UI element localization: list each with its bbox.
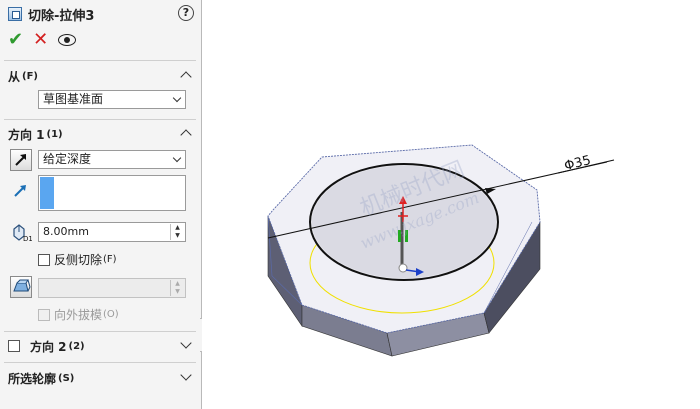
chevron-down-icon[interactable]	[180, 337, 192, 349]
draft-outward-checkbox[interactable]: 向外拔模 (O)	[38, 306, 119, 323]
direction1-section-header[interactable]: 方向 1 (1)	[8, 125, 196, 143]
checkbox-box[interactable]	[38, 308, 50, 321]
reverse-direction-button[interactable]	[10, 149, 32, 171]
from-section-shortcut: (F)	[22, 70, 38, 82]
feature-title: 切除-拉伸3	[28, 8, 95, 24]
selection-highlight	[40, 177, 54, 209]
origin-marker-icon	[398, 263, 408, 273]
feature-titlebar: 切除-拉伸3 ?	[8, 4, 196, 24]
chevron-down-icon	[172, 153, 182, 163]
ok-check-icon[interactable]: ✔	[8, 31, 23, 49]
draft-angle-input[interactable]: ▲ ▼	[38, 278, 186, 298]
depth-dimension-icon: D1	[13, 224, 32, 243]
selected-contours-shortcut: (S)	[58, 372, 75, 384]
property-manager-panel: 切除-拉伸3 ? ✔ ✕ 从 (F) 草图基准面 方向 1 (1) 给定深度 D…	[0, 0, 202, 409]
depth-value: 8.00mm	[43, 225, 89, 238]
direction2-section-header[interactable]: 方向 2 (2)	[8, 337, 196, 355]
direction2-label: 方向 2	[30, 339, 67, 354]
draft-outward-shortcut: (O)	[103, 309, 119, 320]
chevron-up-icon[interactable]	[180, 71, 192, 83]
direction2-checkbox[interactable]	[8, 340, 20, 352]
checkbox-box[interactable]	[38, 253, 50, 266]
svg-text:D1: D1	[23, 235, 32, 243]
cancel-x-icon[interactable]: ✕	[33, 31, 48, 49]
draft-outward-label: 向外拔模	[54, 308, 103, 322]
selected-contours-label: 所选轮廓	[8, 371, 57, 386]
extruded-cut-icon	[8, 7, 22, 21]
chevron-down-icon[interactable]	[180, 369, 192, 381]
draft-icon	[13, 279, 31, 292]
direction-vector-selection-box[interactable]	[38, 175, 186, 211]
graphics-viewport[interactable]: Φ35 机械时代网 www.jxage.com	[202, 0, 700, 409]
flip-side-label: 反侧切除	[54, 253, 103, 267]
from-start-condition-select[interactable]: 草图基准面	[38, 90, 186, 109]
diameter-dimension-label[interactable]: Φ35	[563, 153, 593, 174]
depth-spinner[interactable]: ▲ ▼	[170, 224, 184, 240]
direction-vector-icon	[14, 185, 26, 197]
end-condition-select[interactable]: 给定深度	[38, 150, 186, 169]
direction2-shortcut: (2)	[68, 340, 85, 352]
draft-on-off-button[interactable]	[10, 276, 32, 298]
from-section-label: 从	[8, 69, 21, 84]
end-condition-value: 给定深度	[43, 152, 92, 166]
help-icon[interactable]: ?	[178, 5, 194, 21]
chevron-down-icon	[172, 93, 182, 103]
preview-eye-icon[interactable]	[58, 34, 77, 46]
draft-angle-spinner[interactable]: ▲ ▼	[170, 280, 184, 296]
selected-contours-section-header[interactable]: 所选轮廓 (S)	[8, 369, 196, 387]
direction1-shortcut: (1)	[46, 128, 63, 140]
depth-input[interactable]: 8.00mm ▲ ▼	[38, 222, 186, 242]
reverse-direction-icon	[15, 154, 26, 166]
divider	[4, 60, 196, 61]
divider	[4, 362, 196, 363]
flip-side-to-cut-checkbox[interactable]: 反侧切除 (F)	[38, 251, 117, 268]
flip-side-shortcut: (F)	[103, 254, 117, 265]
chevron-up-icon[interactable]	[180, 129, 192, 141]
divider	[4, 331, 196, 332]
divider	[4, 119, 196, 120]
from-section-header[interactable]: 从 (F)	[8, 67, 196, 85]
from-start-condition-value: 草图基准面	[43, 92, 104, 106]
action-bar: ✔ ✕	[8, 30, 77, 50]
direction1-label: 方向 1	[8, 127, 45, 142]
model-view[interactable]: Φ35 机械时代网 www.jxage.com	[202, 0, 700, 409]
